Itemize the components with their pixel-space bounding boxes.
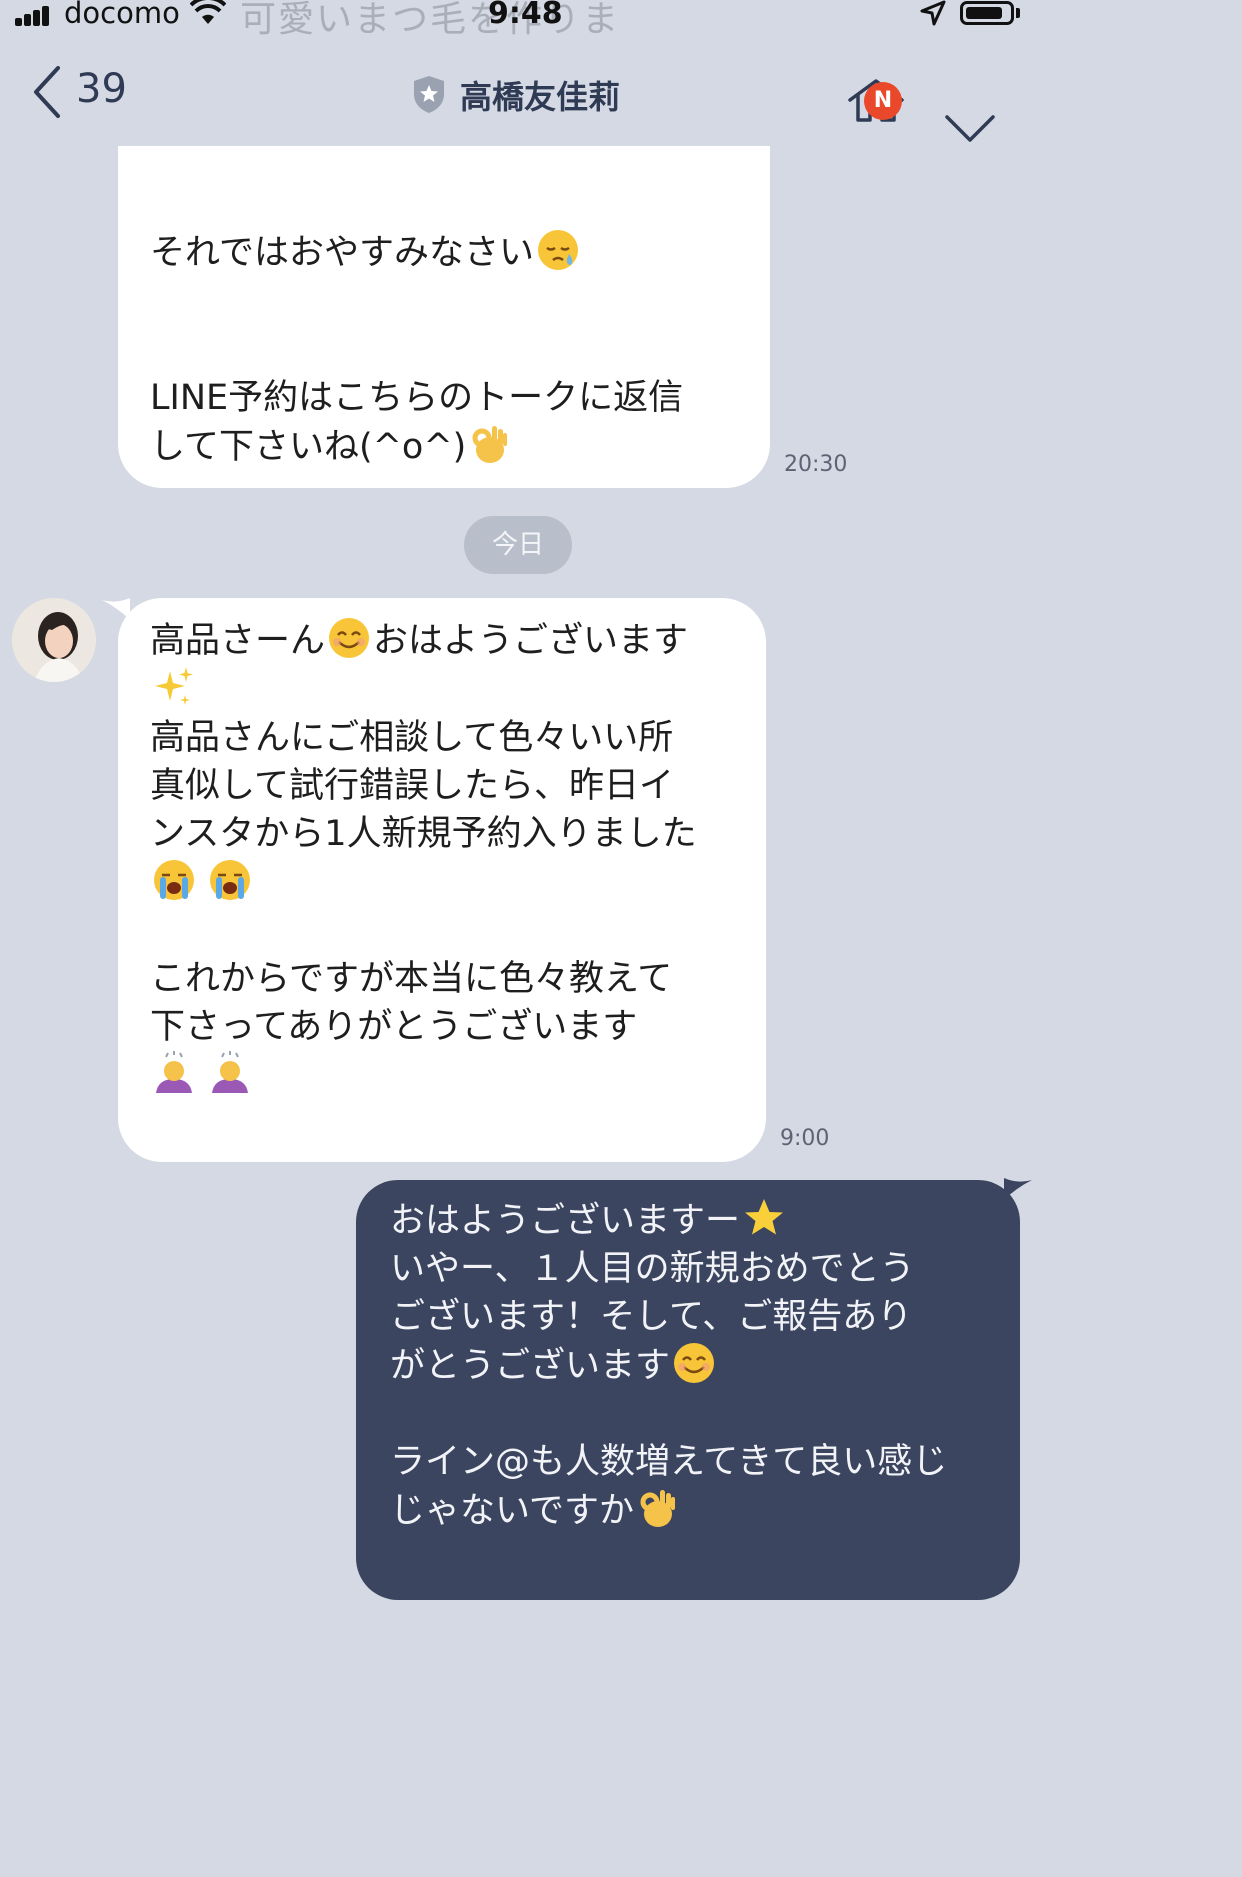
- carrier-label: docomo: [64, 0, 180, 30]
- message-text: いやー、１人目の新規おめでとう ございます！そして、ご報告あり がとうございます: [390, 1249, 915, 1386]
- message-text: おはようございますー: [390, 1201, 741, 1241]
- crying-face-emoji-icon: [210, 860, 250, 900]
- message-text: これからですが本当に色々教えて 下さってありがとうございます: [150, 959, 673, 1047]
- smiling-face-emoji-icon: [674, 1343, 715, 1383]
- sent-message-bubble[interactable]: おはようございますー いやー、１人目の新規おめでとう ございます！そして、ご報告…: [356, 1180, 1020, 1600]
- message-line: それではおやすみなさい: [150, 228, 750, 277]
- battery-icon: [960, 1, 1014, 25]
- message-text: おはようございます: [373, 621, 689, 661]
- location-arrow-icon: [920, 0, 946, 26]
- star-emoji-icon: [745, 1199, 784, 1235]
- message-text: それではおやすみなさい: [150, 233, 534, 273]
- message-body: LINE予約はこちらのトークに返信 して下さいね(^o^): [150, 374, 760, 471]
- wifi-icon: [190, 0, 226, 24]
- smiling-face-emoji-icon: [329, 618, 370, 658]
- date-separator: 今日: [464, 516, 572, 574]
- battery-tip: [1016, 8, 1020, 18]
- crying-face-emoji-icon: [154, 860, 194, 900]
- chat-title-text: 高橋友佳莉: [460, 78, 621, 116]
- bowing-person-emoji-icon: [156, 1051, 192, 1093]
- chat-header: 39 高橋友佳莉 N: [0, 34, 1038, 146]
- bowing-person-emoji-icon: [212, 1051, 248, 1093]
- back-button[interactable]: 39: [30, 64, 130, 124]
- unread-count: 39: [76, 66, 127, 112]
- message-text: 高品さーん: [150, 621, 326, 661]
- status-bar: docomo 可愛いまつ毛を作りま 9:48: [0, 0, 1038, 40]
- received-message-bubble[interactable]: それではおやすみなさい LINE予約はこちらのトークに返信 して下さいね(^o^…: [118, 146, 770, 488]
- ok-hand-emoji-icon: [640, 1490, 675, 1527]
- message-body: おはようございますー いやー、１人目の新規おめでとう ございます！そして、ご報告…: [390, 1196, 1010, 1535]
- sleepy-face-emoji-icon: [537, 230, 578, 270]
- avatar-image: [12, 598, 96, 682]
- ok-hand-emoji-icon: [472, 426, 508, 463]
- received-message-bubble[interactable]: 高品さーん おはようございます 高品さんにご相談して色々いい所 真似して試行錯誤し…: [118, 598, 766, 1162]
- message-body: 高品さーん おはようございます 高品さんにご相談して色々いい所 真似して試行錯誤し…: [150, 616, 760, 1100]
- signal-icon: [15, 4, 59, 26]
- message-time: 9:00: [780, 1126, 830, 1151]
- sparkles-emoji-icon: [155, 667, 193, 705]
- avatar[interactable]: [12, 598, 96, 682]
- back-chevron-icon: [34, 66, 60, 118]
- message-text: LINE予約はこちらのトークに返信 して下さいね(^o^): [150, 378, 684, 467]
- notification-badge: N: [864, 82, 902, 120]
- message-text: 高品さんにご相談して色々いい所 真似して試行錯誤したら、昨日イ ンスタから1人新…: [150, 718, 697, 854]
- clock: 9:48: [488, 0, 563, 31]
- chevron-down-icon[interactable]: [944, 114, 996, 144]
- shield-icon: [414, 76, 444, 113]
- message-time: 20:30: [784, 452, 848, 477]
